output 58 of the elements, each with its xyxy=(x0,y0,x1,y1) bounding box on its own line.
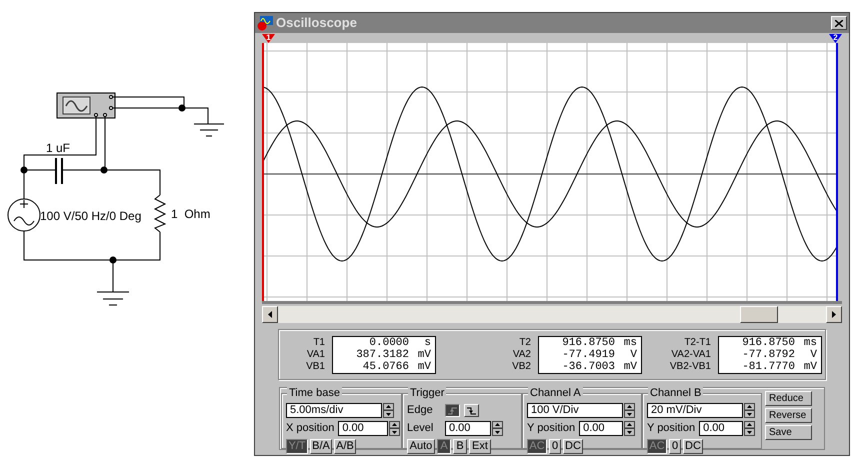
readout-unit: V xyxy=(629,348,637,360)
toggle-button[interactable]: DC xyxy=(683,439,703,454)
readout-value: 387.3182 xyxy=(356,348,409,360)
field-label: Y position xyxy=(527,421,576,436)
field-label: Y position xyxy=(647,421,696,436)
readout-value: -81.7770 xyxy=(742,360,795,372)
readout-unit: ms xyxy=(623,336,637,348)
readout-unit: mV xyxy=(417,348,431,360)
input-field[interactable]: 0.00 xyxy=(699,421,744,436)
group-title: Trigger xyxy=(408,386,446,400)
readout-label: VB1 xyxy=(306,360,325,372)
readout-label: T1 xyxy=(313,336,325,348)
toggle-button[interactable]: DC xyxy=(563,439,583,454)
action-button[interactable]: Save xyxy=(765,425,812,440)
readout-value: 916.8750 xyxy=(562,336,615,348)
capacitor-label: 1 uF xyxy=(46,141,70,155)
readout-label: VA1 xyxy=(306,348,325,360)
toggle-button[interactable]: Ext xyxy=(469,439,491,454)
readout-label: T2 xyxy=(519,336,531,348)
readout-value: -77.4919 xyxy=(562,348,615,360)
readout-value: 0.0000 xyxy=(369,336,409,348)
readout-label: VA2-VA1 xyxy=(671,348,711,360)
input-field[interactable]: 20 mV/Div xyxy=(647,403,743,418)
toggle-button[interactable]: A/B xyxy=(334,439,356,454)
readout-value: -36.7003 xyxy=(562,360,615,372)
readout-value: 45.0766 xyxy=(362,360,409,372)
toggle-button[interactable]: 0 xyxy=(669,439,681,454)
toggle-button[interactable]: B xyxy=(453,439,467,454)
readout-label: VA2 xyxy=(512,348,531,360)
toggle-button[interactable]: Auto xyxy=(407,439,435,454)
source-label: 100 V/50 Hz/0 Deg xyxy=(40,209,142,223)
readout-label: VB2 xyxy=(512,360,531,372)
readout-unit: V xyxy=(809,348,817,360)
readout-label: T2-T1 xyxy=(684,336,711,348)
input-field[interactable]: 0.00 xyxy=(445,421,491,436)
readout-unit: mV xyxy=(803,360,817,372)
field-label: Level xyxy=(407,421,434,436)
input-field[interactable]: 0.00 xyxy=(338,421,388,436)
window-title: Oscilloscope xyxy=(276,14,358,32)
readout-value: -77.8792 xyxy=(742,348,795,360)
toggle-button[interactable]: 0 xyxy=(549,439,561,454)
cursor-marker[interactable]: 1 xyxy=(262,34,275,43)
readout-unit: ms xyxy=(803,336,817,348)
readout-unit: s xyxy=(423,336,431,348)
field-label: Edge xyxy=(407,403,434,418)
readout-unit: mV xyxy=(623,360,637,372)
readout-unit: mV xyxy=(417,360,431,372)
input-field[interactable]: 0.00 xyxy=(579,421,624,436)
input-field[interactable]: 5.00ms/div xyxy=(286,403,382,418)
resistor-label: 1 Ohm xyxy=(171,207,210,221)
action-button[interactable]: Reduce xyxy=(765,391,812,406)
cursor-marker[interactable]: 2 xyxy=(829,34,842,43)
action-button[interactable]: Reverse xyxy=(765,408,812,423)
readout-value: 916.8750 xyxy=(742,336,795,348)
toggle-button[interactable]: B/A xyxy=(310,439,332,454)
input-field[interactable]: 100 V/Div xyxy=(527,403,623,418)
field-label: X position xyxy=(286,421,334,436)
readout-label: VB2-VB1 xyxy=(670,360,711,372)
